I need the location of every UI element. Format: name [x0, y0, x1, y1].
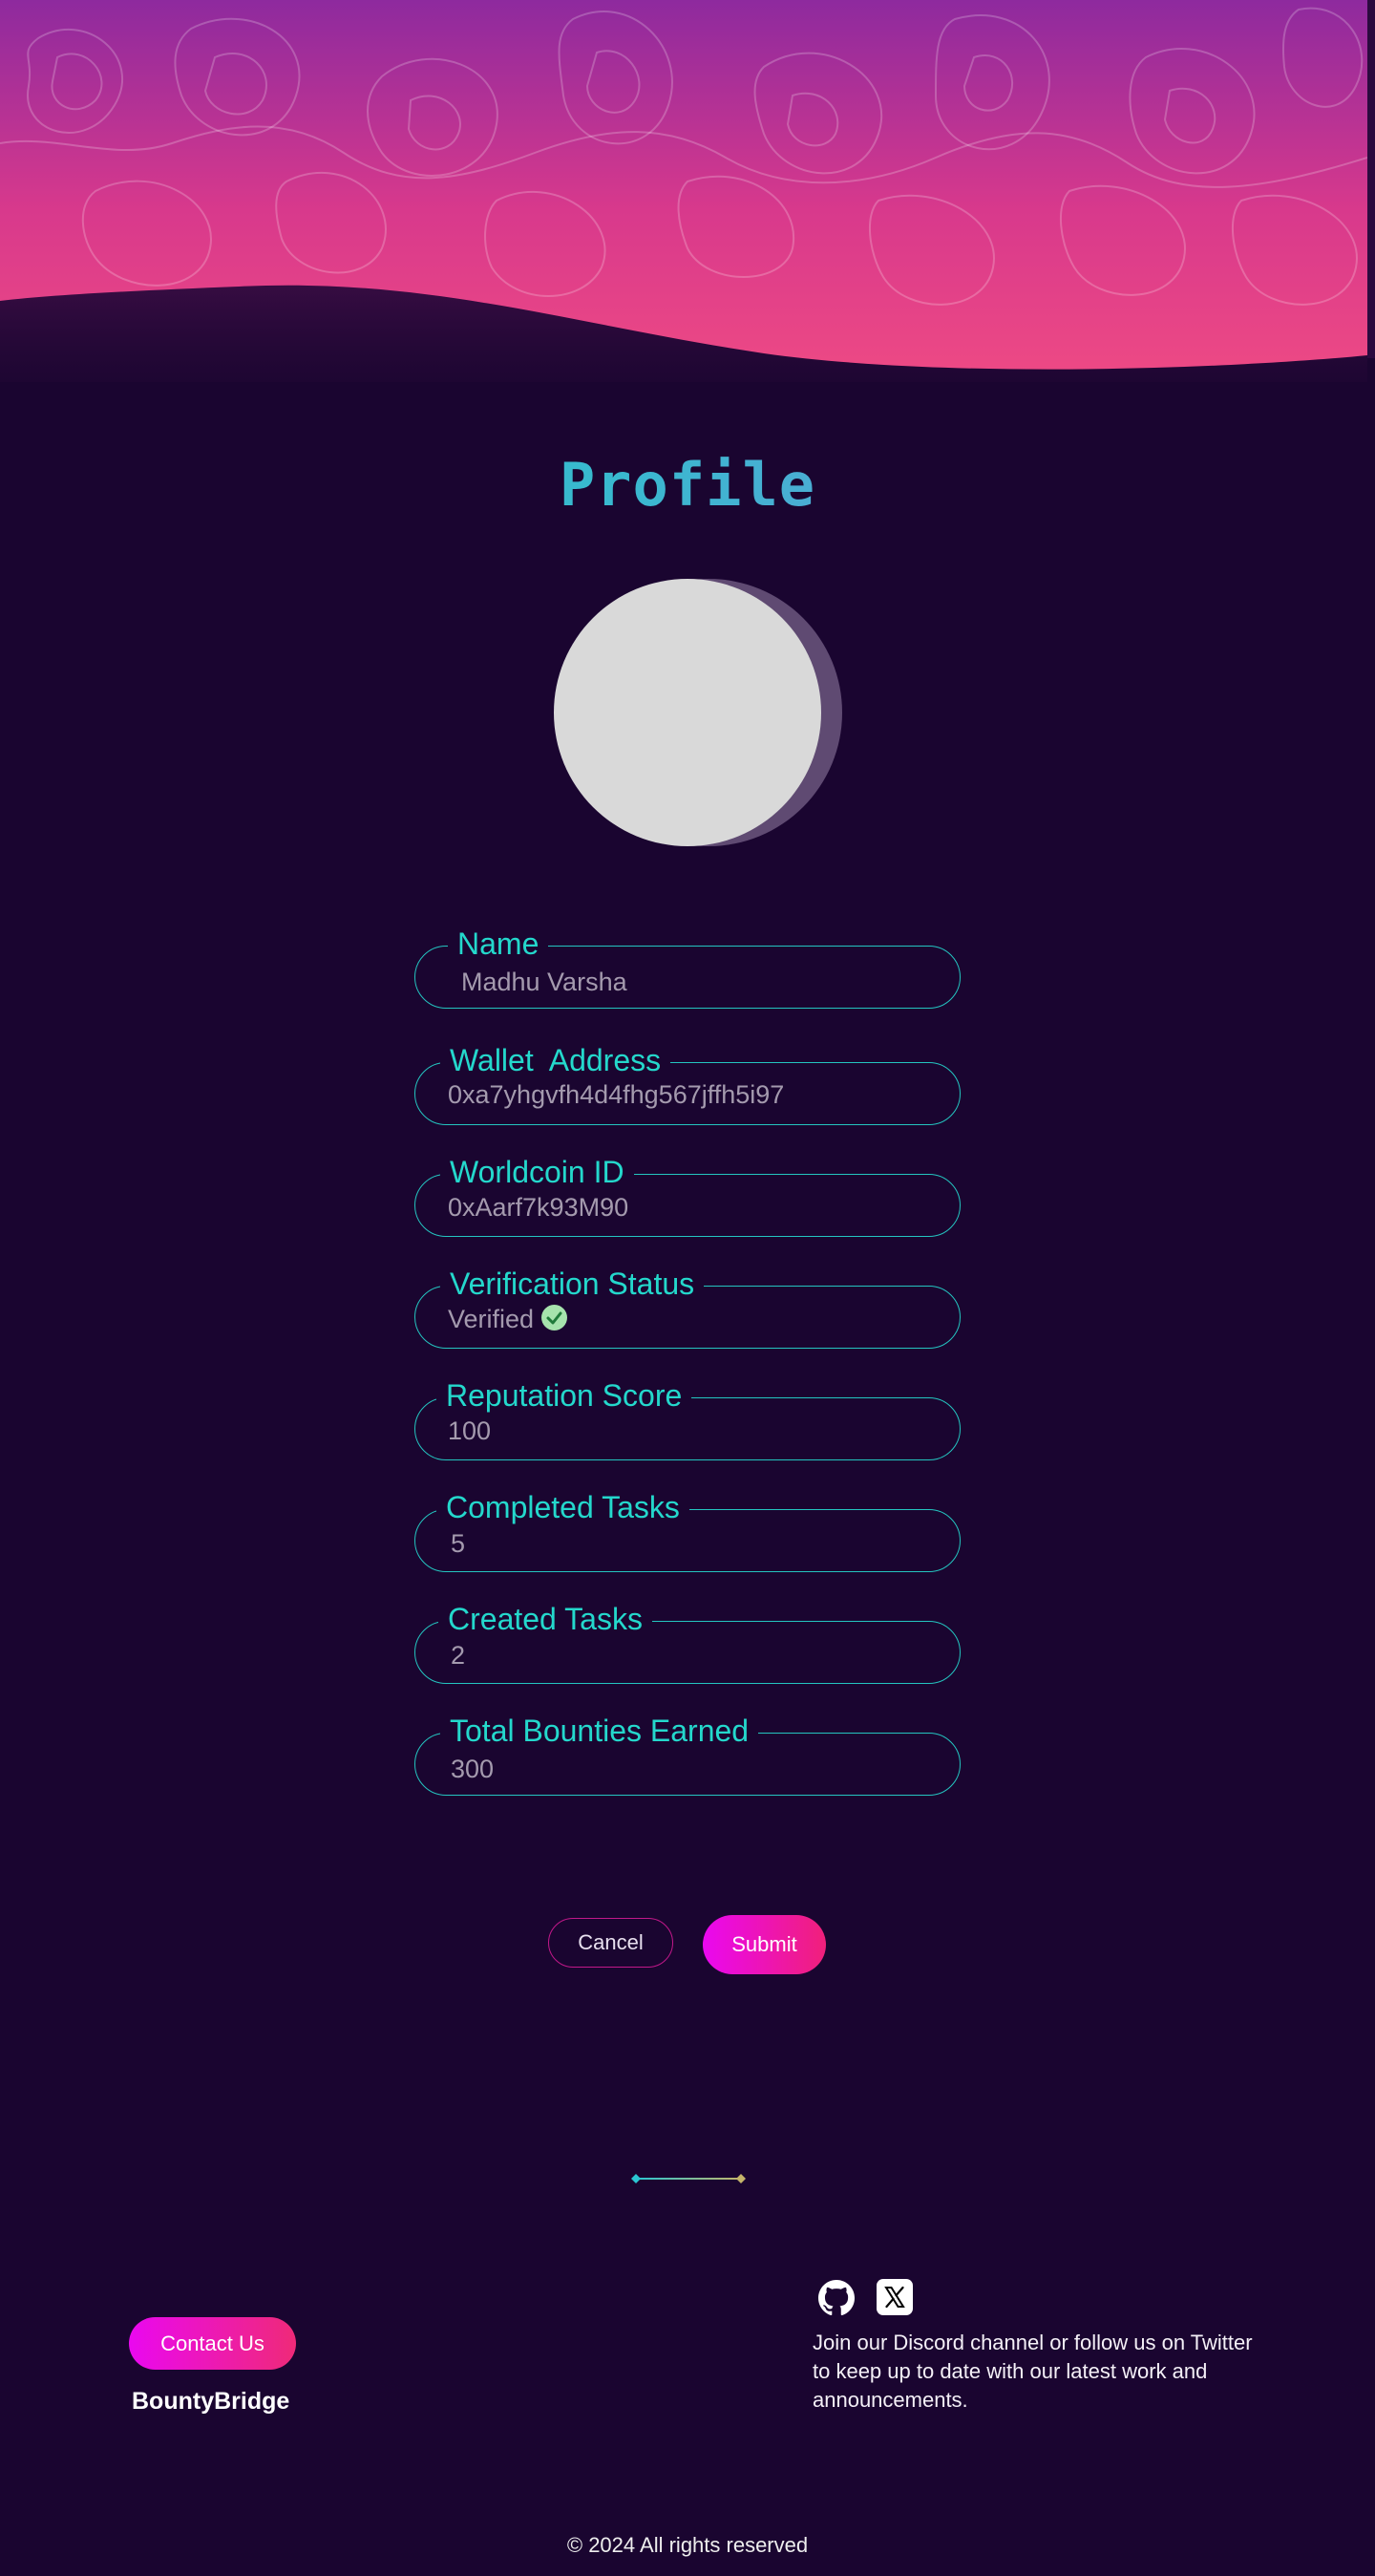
field-label: Reputation Score [436, 1377, 692, 1414]
field-value: 0xAarf7k93M90 [448, 1193, 629, 1222]
verification-status-text: Verified [448, 1305, 535, 1333]
github-icon[interactable] [818, 2280, 855, 2316]
page-title: Profile [0, 451, 1375, 520]
divider [631, 2174, 746, 2183]
reputation-score-field: Reputation Score 100 [414, 1377, 961, 1460]
worldcoin-id-field: Worldcoin ID 0xAarf7k93M90 [414, 1154, 961, 1237]
field-label: Verification Status [440, 1266, 705, 1302]
check-circle-icon [541, 1305, 568, 1331]
cancel-button[interactable]: Cancel [548, 1918, 673, 1968]
completed-tasks-field: Completed Tasks 5 [414, 1489, 961, 1572]
field-value: 5 [451, 1529, 466, 1558]
field-label: Name [448, 926, 549, 962]
field-value: 100 [448, 1416, 492, 1445]
name-field: Name Madhu Varsha [414, 926, 961, 1009]
submit-button[interactable]: Submit [703, 1915, 826, 1974]
field-label: Worldcoin ID [440, 1154, 634, 1190]
brand-logo-text: BountyBridge [132, 2388, 290, 2415]
verification-status-field: Verification Status Verified [414, 1266, 961, 1349]
field-value: 300 [451, 1755, 495, 1783]
field-value: Verified [448, 1304, 568, 1334]
field-value: Madhu Varsha [461, 968, 627, 996]
footer-social-text: Join our Discord channel or follow us on… [813, 2331, 1253, 2412]
scrollbar-track[interactable] [1367, 0, 1375, 358]
x-twitter-icon[interactable] [877, 2279, 913, 2315]
wallet-address-field: Wallet Address 0xa7yhgvfh4d4fhg567jffh5i… [414, 1042, 961, 1125]
copyright: © 2024 All rights reserved [566, 2533, 809, 2557]
total-bounties-earned-field: Total Bounties Earned 300 [414, 1713, 961, 1796]
created-tasks-field: Created Tasks 2 [414, 1601, 961, 1684]
hero-banner [0, 0, 1367, 382]
field-label: Completed Tasks [436, 1489, 689, 1525]
field-value: 2 [451, 1641, 466, 1670]
field-value: 0xa7yhgvfh4d4fhg567jffh5i97 [448, 1080, 785, 1109]
avatar-image[interactable] [554, 579, 821, 846]
field-label: Total Bounties Earned [440, 1713, 759, 1749]
field-label: Created Tasks [438, 1601, 652, 1637]
avatar[interactable] [552, 579, 844, 848]
contact-us-button[interactable]: Contact Us [129, 2317, 296, 2370]
field-label: Wallet Address [440, 1042, 671, 1078]
